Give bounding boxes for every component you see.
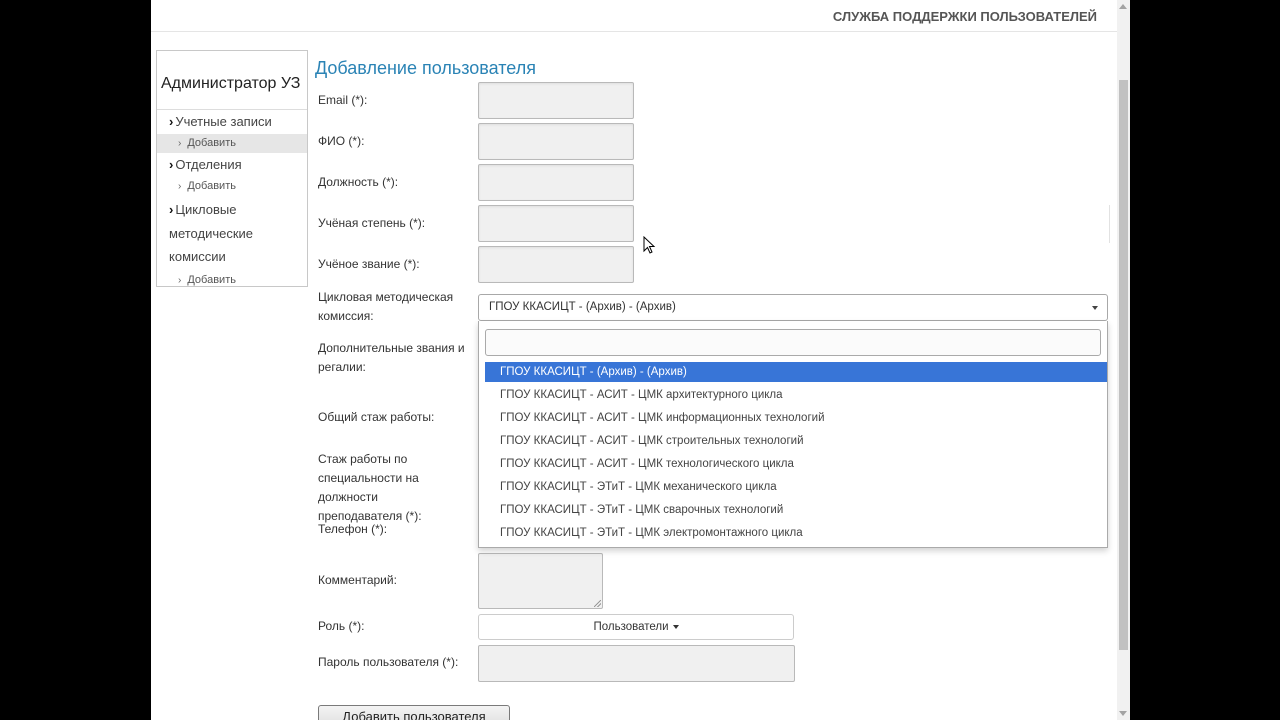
scroll-down-icon[interactable] — [1119, 711, 1127, 716]
dropdown-option[interactable]: ГПОУ ККАСИЦТ - АСИТ - ЦМК строительных т… — [485, 431, 1107, 451]
sidebar-subitem-accounts-add[interactable]: › Добавить — [157, 134, 307, 153]
commission-select[interactable]: ГПОУ ККАСИЦТ - (Архив) - (Архив) — [478, 294, 1108, 321]
resize-grip-icon[interactable] — [594, 600, 601, 607]
degree-label: Учёная степень (*): — [318, 216, 426, 230]
sidebar-subitem-departments-add[interactable]: › Добавить — [157, 177, 307, 196]
divider — [1109, 205, 1110, 243]
chevron-right-icon: › — [169, 157, 174, 172]
mouse-cursor-icon — [643, 236, 656, 254]
top-header: СЛУЖБА ПОДДЕРЖКИ ПОЛЬЗОВАТЕЛЕЙ — [151, 0, 1117, 32]
sidebar-item-departments[interactable]: › Отделения — [157, 153, 307, 177]
dropdown-option[interactable]: ГПОУ ККАСИЦТ - АСИТ - ЦМК информационных… — [485, 408, 1107, 428]
fio-label: ФИО (*): — [318, 134, 365, 148]
password-label: Пароль пользователя (*): — [318, 655, 459, 669]
site-title: СЛУЖБА ПОДДЕРЖКИ ПОЛЬЗОВАТЕЛЕЙ — [832, 9, 1097, 24]
caret-down-icon — [1092, 306, 1098, 310]
dropdown-option[interactable]: ГПОУ ККАСИЦТ - (Архив) - (Архив) — [485, 362, 1107, 382]
total-experience-label: Общий стаж работы: — [318, 410, 435, 424]
commission-dropdown: ГПОУ ККАСИЦТ - (Архив) - (Архив) ГПОУ ККА… — [478, 321, 1108, 548]
teaching-experience-label: Стаж работы по специальности на должност… — [318, 452, 422, 523]
position-field[interactable] — [478, 164, 634, 201]
email-label: Email (*): — [318, 93, 368, 107]
chevron-right-icon: › — [169, 114, 174, 129]
sidebar: Администратор УЗ › Учетные записи › Добави… — [156, 50, 308, 287]
rank-field[interactable] — [478, 246, 634, 283]
dropdown-search-input[interactable] — [485, 329, 1101, 356]
add-user-button[interactable]: Добавить пользователя — [318, 705, 510, 720]
caret-down-icon — [672, 624, 679, 629]
password-field[interactable] — [478, 645, 795, 682]
fio-field[interactable] — [478, 123, 634, 160]
sidebar-item-accounts[interactable]: › Учетные записи — [157, 110, 307, 134]
page-scrollbar[interactable] — [1117, 0, 1130, 720]
rank-label: Учёное звание (*): — [318, 257, 420, 271]
comment-field[interactable] — [478, 553, 603, 609]
page: СЛУЖБА ПОДДЕРЖКИ ПОЛЬЗОВАТЕЛЕЙ Администр… — [151, 0, 1117, 720]
sidebar-item-commissions[interactable]: › Цикловые методические комиссии — [157, 196, 307, 271]
dropdown-option[interactable]: ГПОУ ККАСИЦТ - ЭТиТ - ЦМК механического … — [485, 477, 1107, 497]
sidebar-brand: Администратор УЗ — [157, 51, 307, 110]
comment-label: Комментарий: — [318, 573, 397, 587]
commission-select-value: ГПОУ ККАСИЦТ - (Архив) - (Архив) — [489, 301, 676, 313]
chevron-right-icon: › — [178, 181, 182, 192]
scrollbar-thumb[interactable] — [1119, 80, 1128, 650]
role-dropdown-button[interactable]: Пользователи — [478, 614, 794, 640]
email-field[interactable] — [478, 82, 634, 119]
dropdown-option[interactable]: ГПОУ ККАСИЦТ - АСИТ - ЦМК архитектурного… — [485, 385, 1107, 405]
role-label: Роль (*): — [318, 619, 365, 633]
dropdown-option[interactable]: ГПОУ ККАСИЦТ - ЭТиТ - ЦМК сварочных техн… — [485, 500, 1107, 520]
sidebar-subitem-commissions-add[interactable]: › Добавить — [157, 271, 307, 290]
dropdown-option[interactable]: ГПОУ ККАСИЦТ - АСИТ - ЦМК технологическо… — [485, 454, 1107, 474]
degree-field[interactable] — [478, 205, 634, 242]
commission-label: Цикловая методическая комиссия: — [318, 290, 454, 323]
scroll-up-icon[interactable] — [1119, 4, 1127, 9]
dropdown-option[interactable]: ГПОУ ККАСИЦТ - ЭТиТ - ЦМК электромонтажн… — [485, 523, 1107, 543]
position-label: Должность (*): — [318, 175, 399, 189]
chevron-right-icon: › — [178, 274, 182, 286]
phone-label: Телефон (*): — [318, 522, 388, 536]
page-title: Добавление пользователя — [315, 58, 536, 78]
extra-titles-label: Дополнительные звания и регалии: — [318, 341, 465, 374]
chevron-right-icon: › — [169, 202, 174, 217]
chevron-right-icon: › — [178, 138, 182, 149]
